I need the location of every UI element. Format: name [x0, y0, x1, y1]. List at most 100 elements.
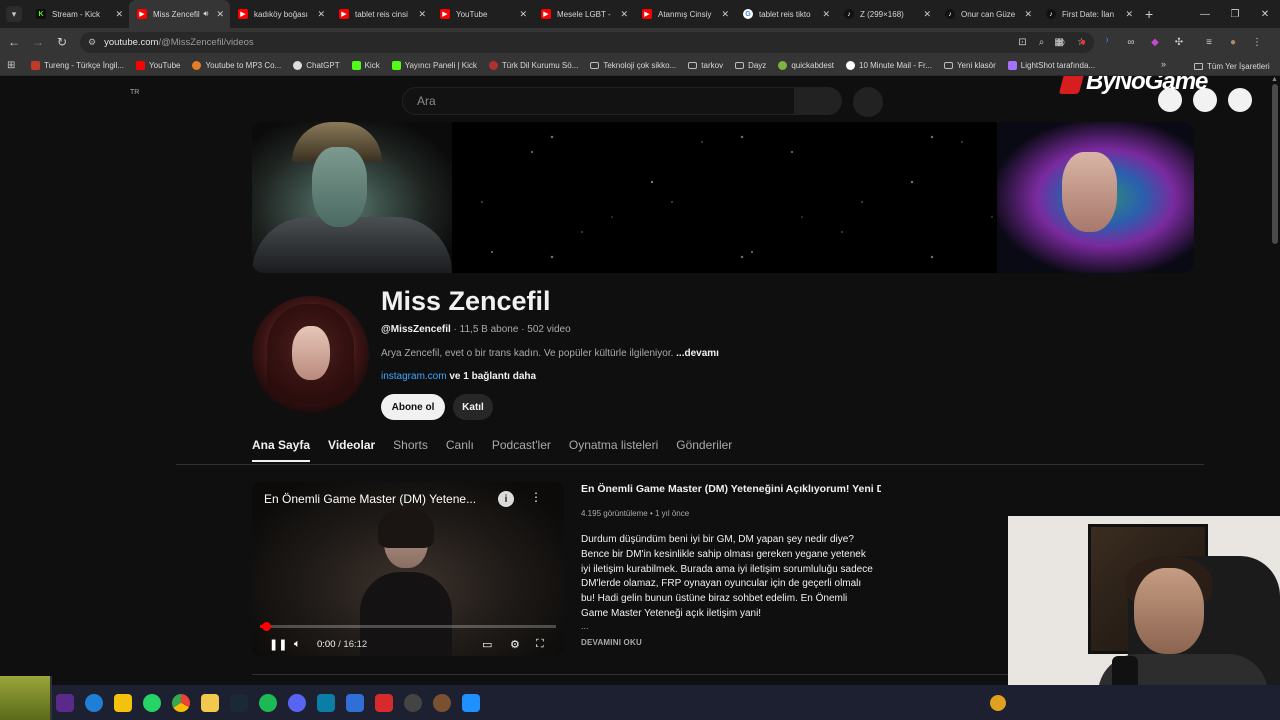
- address-bar[interactable]: ⚙ youtube.com/@MissZencefil/videos ⊡ ⌕ ◎…: [80, 32, 1094, 53]
- zoom-icon[interactable]: ⌕: [1039, 37, 1045, 48]
- chrome-icon[interactable]: [171, 693, 190, 712]
- browser-tab[interactable]: ▶ tablet reis cinsi ✕: [331, 0, 432, 28]
- new-tab-icon[interactable]: +: [1145, 6, 1153, 22]
- all-bookmarks[interactable]: Tüm Yer İşaretleri: [1194, 56, 1270, 76]
- tab-live[interactable]: Canlı: [446, 438, 474, 462]
- extension-red-icon[interactable]: ●: [1076, 37, 1090, 48]
- scroll-up-icon[interactable]: ▲: [1271, 76, 1278, 83]
- close-tab-icon[interactable]: ✕: [1024, 9, 1032, 20]
- subscribe-button[interactable]: Abone ol: [381, 394, 445, 420]
- bookmark-item[interactable]: Yayıncı Paneli | Kick: [391, 61, 477, 70]
- voice-search-button[interactable]: [853, 87, 883, 117]
- forward-icon[interactable]: →: [26, 35, 50, 49]
- tab-playlists[interactable]: Oynatma listeleri: [569, 438, 658, 462]
- progress-knob[interactable]: [261, 622, 271, 631]
- obs-icon[interactable]: [403, 693, 422, 712]
- site-info-icon[interactable]: ⚙: [88, 37, 96, 48]
- fullscreen-icon[interactable]: ⛶: [536, 638, 544, 651]
- install-app-icon[interactable]: ⊡: [1018, 37, 1026, 48]
- discord-icon[interactable]: [287, 693, 306, 712]
- sticky-notes-icon[interactable]: [113, 693, 132, 712]
- bookmark-item[interactable]: Kick: [351, 61, 380, 70]
- close-tab-icon[interactable]: ✕: [115, 9, 123, 20]
- close-tab-icon[interactable]: ✕: [418, 9, 426, 20]
- ms-store-icon[interactable]: [316, 693, 335, 712]
- close-tab-icon[interactable]: ✕: [1125, 9, 1133, 20]
- close-tab-icon[interactable]: ✕: [620, 9, 628, 20]
- speaker-icon[interactable]: 🔊︎: [203, 9, 208, 19]
- acrobat-icon[interactable]: [374, 693, 393, 712]
- bookmark-item[interactable]: Teknoloji çok sikko...: [590, 61, 676, 70]
- bookmark-item[interactable]: Türk Dil Kurumu Sö...: [488, 61, 578, 70]
- tab-shorts[interactable]: Shorts: [393, 438, 428, 462]
- browser-tab[interactable]: ♪ First Date: İlan ✕: [1038, 0, 1139, 28]
- info-icon[interactable]: i: [498, 491, 514, 507]
- featured-video-title[interactable]: En Önemli Game Master (DM) Yeteneğini Aç…: [581, 483, 881, 495]
- settings-icon[interactable]: ⚙: [510, 638, 520, 651]
- browser-tab[interactable]: ♪ Z (299×168) ✕: [836, 0, 937, 28]
- bookmark-item[interactable]: LightShot tarafında...: [1007, 61, 1095, 70]
- join-button[interactable]: Katıl: [453, 394, 493, 420]
- file-explorer-icon[interactable]: [200, 693, 219, 712]
- channel-avatar[interactable]: [252, 296, 369, 413]
- search-input[interactable]: Ara: [402, 87, 795, 115]
- bookmark-item[interactable]: Dayz: [735, 61, 766, 70]
- pause-icon[interactable]: ❚❚: [269, 638, 287, 651]
- reading-list-icon[interactable]: ≡: [1202, 37, 1216, 48]
- bookmark-item[interactable]: ChatGPT: [293, 61, 340, 70]
- close-tab-icon[interactable]: ✕: [519, 9, 527, 20]
- app-blue-icon[interactable]: [345, 693, 364, 712]
- close-tab-icon[interactable]: ✕: [923, 9, 931, 20]
- tray-icon[interactable]: [990, 695, 1006, 711]
- reload-icon[interactable]: ↻: [50, 35, 74, 49]
- apps-grid-icon[interactable]: ⊞: [7, 60, 21, 71]
- captions-icon[interactable]: ▭: [482, 638, 492, 651]
- volume-icon[interactable]: 🔈︎: [294, 638, 301, 651]
- extension-purple-icon[interactable]: ◆: [1148, 37, 1162, 48]
- extension-glasses-icon[interactable]: ∞: [1124, 37, 1138, 48]
- edge-icon[interactable]: [84, 693, 103, 712]
- steam-icon[interactable]: [229, 693, 248, 712]
- browser-tab[interactable]: ▶ Mesele LGBT - ✕: [533, 0, 634, 28]
- browser-tab[interactable]: Gtablet reis tikto ✕: [735, 0, 836, 28]
- instagram-link[interactable]: instagram.com: [381, 371, 447, 382]
- close-tab-icon[interactable]: ✕: [317, 9, 325, 20]
- browser-menu-icon[interactable]: ⋮: [1250, 37, 1264, 48]
- page-scrollbar[interactable]: [1272, 84, 1278, 244]
- channel-description[interactable]: Arya Zencefil, evet o bir trans kadın. V…: [381, 348, 719, 359]
- profile-avatar[interactable]: ●: [1226, 37, 1240, 48]
- extension-grid-icon[interactable]: ▦: [1052, 37, 1066, 48]
- paint-icon[interactable]: [461, 693, 480, 712]
- tab-search-icon[interactable]: ▾: [6, 6, 22, 22]
- bookmark-item[interactable]: tarkov: [688, 61, 723, 70]
- browser-tab[interactable]: ▶ YouTube ✕: [432, 0, 533, 28]
- spotify-icon[interactable]: [258, 693, 277, 712]
- browser-tab[interactable]: ♪ Onur can Güze ✕: [937, 0, 1038, 28]
- game-icon[interactable]: [432, 693, 451, 712]
- search-button[interactable]: [795, 87, 842, 115]
- close-tab-icon[interactable]: ✕: [216, 9, 224, 20]
- read-more-button[interactable]: DEVAMINI OKU: [581, 638, 642, 647]
- back-icon[interactable]: ←: [2, 35, 26, 49]
- whatsapp-icon[interactable]: [142, 693, 161, 712]
- tab-posts[interactable]: Gönderiler: [676, 438, 732, 462]
- tab-home[interactable]: Ana Sayfa: [252, 438, 311, 462]
- description-more-link[interactable]: ...devamı: [676, 348, 719, 359]
- maximize-icon[interactable]: ❐: [1220, 9, 1250, 20]
- bookmark-item[interactable]: Yeni klasör: [943, 61, 996, 70]
- more-bookmarks-icon[interactable]: »: [1161, 59, 1166, 69]
- close-window-icon[interactable]: ✕: [1250, 9, 1280, 20]
- bookmark-item[interactable]: quickabdest: [778, 61, 834, 70]
- browser-tab[interactable]: ▶ Atanmış Cinsiy ✕: [634, 0, 735, 28]
- account-avatar[interactable]: [1228, 88, 1252, 112]
- bookmark-item[interactable]: YouTube: [136, 61, 180, 70]
- featured-video-player[interactable]: En Önemli Game Master (DM) Yetene... i ⋮…: [252, 482, 564, 656]
- player-progress-bar[interactable]: [260, 622, 556, 631]
- bookmark-item[interactable]: 10 Minute Mail - Fr...: [846, 61, 932, 70]
- extension-translate-icon[interactable]: ⁾: [1100, 37, 1114, 48]
- close-tab-icon[interactable]: ✕: [822, 9, 830, 20]
- bookmark-item[interactable]: Youtube to MP3 Co...: [192, 61, 281, 70]
- minimize-icon[interactable]: —: [1190, 9, 1220, 20]
- more-links-link[interactable]: ve 1 bağlantı daha: [447, 371, 536, 382]
- player-title-overlay[interactable]: En Önemli Game Master (DM) Yetene...: [264, 492, 476, 506]
